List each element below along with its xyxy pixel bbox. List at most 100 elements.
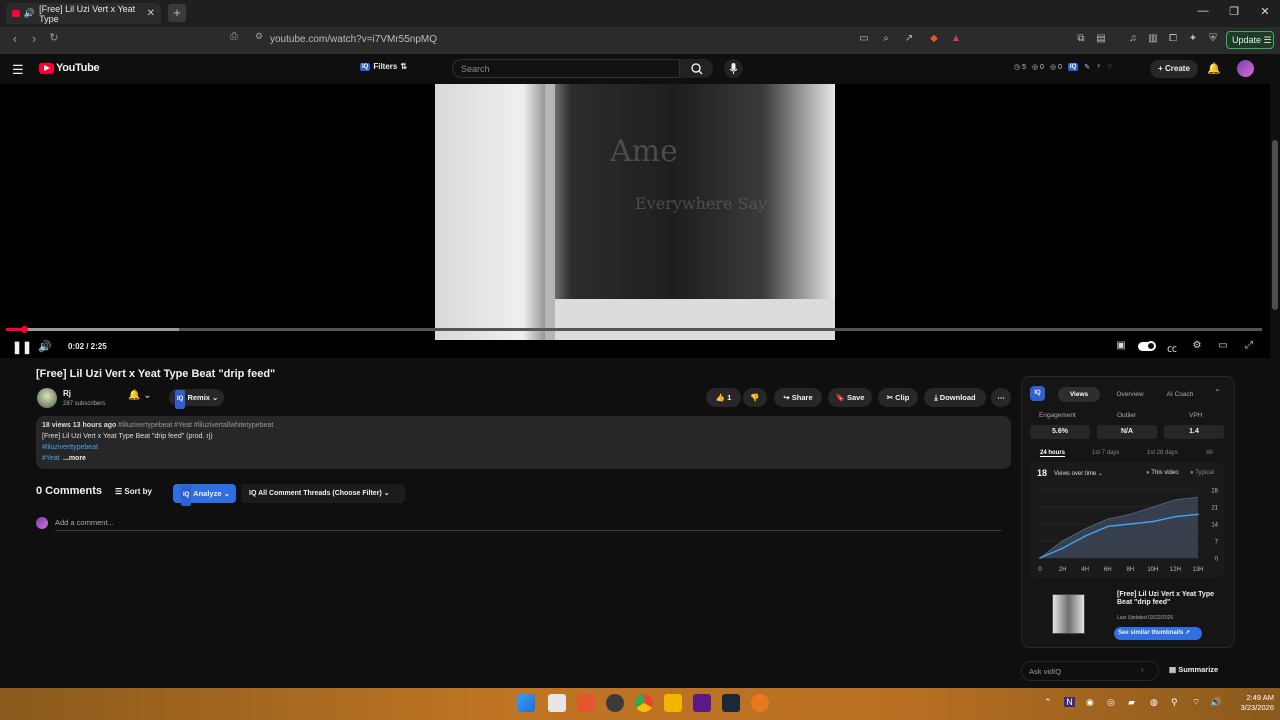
url-text[interactable]: youtube.com/watch?v=i7VMr55npMQ (270, 34, 437, 45)
forward-button[interactable]: › (25, 31, 43, 46)
download-button[interactable]: ⤓ Download (924, 388, 986, 407)
show-more-link[interactable]: ...more (63, 455, 86, 462)
discord-tray-icon[interactable]: ▰ (1128, 697, 1135, 708)
speaker-icon[interactable]: 🔊 (24, 8, 35, 19)
add-comment-input[interactable]: Add a comment... (55, 518, 114, 527)
clip-button[interactable]: ✂ Clip (878, 388, 918, 407)
chat-icon[interactable]: ◌ (1107, 63, 1111, 71)
range-28d[interactable]: 1st 28 days (1147, 450, 1178, 456)
fullscreen-icon[interactable]: ⤢ (1242, 340, 1256, 351)
vidiq-tab-overview[interactable]: Overview (1110, 387, 1150, 402)
ai-icon[interactable]: ✦ (1186, 33, 1200, 44)
close-window-button[interactable]: ✕ (1250, 5, 1280, 18)
range-all[interactable]: All (1206, 450, 1213, 456)
analyze-button[interactable]: IQ Analyze ⌄ (173, 484, 236, 506)
volume-tray-icon[interactable]: 🔊 (1210, 697, 1221, 708)
cast-icon[interactable]: ▭ (857, 33, 871, 44)
onenote-icon[interactable]: N (1064, 697, 1075, 707)
sort-by-button[interactable]: ☰ Sort by (115, 487, 152, 496)
wifi-icon[interactable]: ⌔ (1192, 697, 1200, 708)
sidebar-icon[interactable]: ▥ (1146, 33, 1160, 44)
vpn-icon[interactable]: ⛨ (1206, 33, 1220, 44)
like-button[interactable]: 👍 1 (706, 388, 741, 407)
description-tags[interactable]: #liluzivertypebeat #Yeat #liluzivertallw… (118, 422, 273, 429)
menu-icon[interactable]: ☰ (12, 62, 24, 78)
vidiq-header-icon[interactable]: IQ (1067, 63, 1079, 71)
tabs-icon[interactable]: ⧠ (1166, 33, 1180, 44)
share-page-icon[interactable]: ↗ (902, 33, 916, 44)
folder-icon[interactable] (664, 694, 682, 712)
vidiq-tab-views[interactable]: Views (1058, 387, 1100, 402)
tray-chevron-icon[interactable]: ⌃ (1044, 697, 1052, 708)
pause-icon[interactable]: ❚❚ (12, 340, 32, 354)
reload-button[interactable]: ↻ (45, 31, 63, 44)
video-thumbnail[interactable] (1052, 594, 1085, 634)
progress-bar[interactable] (6, 328, 1262, 331)
steam-icon[interactable] (722, 694, 740, 712)
back-button[interactable]: ‹ (6, 31, 24, 46)
start-windows-icon[interactable] (517, 694, 535, 712)
channel-avatar[interactable] (37, 388, 57, 408)
youtube-logo-text[interactable]: YouTube (56, 62, 100, 74)
settings-icon[interactable]: ⚙ (1190, 340, 1204, 351)
save-button[interactable]: 🔖 Save (828, 388, 872, 407)
captions-icon[interactable]: ㏄ (1165, 340, 1179, 355)
zoom-icon[interactable]: ⌕ (879, 33, 893, 44)
channel-name[interactable]: Rj (63, 389, 71, 398)
summarize-button[interactable]: ▤ Summarize (1169, 665, 1218, 674)
account-avatar[interactable] (1237, 60, 1254, 77)
site-info-icon[interactable]: ⚙ (250, 31, 268, 42)
new-tab-button[interactable]: + (168, 4, 186, 22)
usb-tray-icon[interactable]: ⚲ (1171, 697, 1178, 708)
more-actions-button[interactable]: ⋯ (991, 388, 1011, 407)
taskbar-clock[interactable]: 2:49 AM 3/23/2026 (1230, 693, 1274, 713)
hashtag-link-2[interactable]: #Yeat (42, 455, 60, 462)
header-stats[interactable]: ◷ 5 ◎ 0 ◎ 0 IQ ✎ ♀ ◌ (1014, 63, 1112, 71)
edit-icon[interactable]: ✎ (1084, 63, 1090, 71)
comment-threads-filter[interactable]: IQ All Comment Threads (Choose Filter) ⌄ (241, 484, 405, 503)
range-7d[interactable]: 1st 7 days (1092, 450, 1119, 456)
bookmark-icon[interactable]: ⎙ (225, 31, 243, 42)
chrome-icon[interactable] (635, 694, 653, 712)
share-button[interactable]: ↪ Share (774, 388, 822, 407)
network-tray-icon[interactable]: ◍ (1150, 697, 1158, 708)
mic-button[interactable] (724, 59, 743, 78)
scrollbar-thumb[interactable] (1272, 140, 1278, 310)
close-tab-icon[interactable]: ✕ (147, 8, 155, 19)
vidiq-player-icon[interactable]: ▣ (1114, 340, 1128, 351)
views-over-time-dropdown[interactable]: Views over time ⌄ (1054, 470, 1103, 477)
vidiq-tab-ai-coach[interactable]: AI Coach (1158, 387, 1202, 402)
send-icon[interactable]: › (1141, 665, 1144, 674)
hashtag-link[interactable]: #liluziverttypebeat (42, 444, 98, 451)
rewards-icon[interactable]: ▲ (949, 33, 963, 44)
reading-list-icon[interactable]: ▤ (1094, 33, 1108, 44)
media-icon[interactable]: ♫ (1126, 33, 1140, 44)
search-input[interactable]: Search (452, 59, 680, 78)
steam-tray-icon[interactable]: ◎ (1107, 697, 1115, 708)
progress-scrubber[interactable] (20, 326, 28, 333)
brave-shield-icon[interactable]: ◆ (927, 33, 941, 44)
video-frame[interactable]: Ame Everywhere Say (435, 84, 835, 340)
notifications-icon[interactable]: 🔔 (1207, 62, 1221, 75)
see-similar-thumbnails-button[interactable]: See similar thumbnails ↗ (1114, 627, 1202, 640)
dislike-button[interactable]: 👎 (743, 388, 767, 407)
range-24h[interactable]: 24 hours (1040, 450, 1066, 457)
extensions-icon[interactable]: ⧉ (1074, 33, 1088, 44)
brave-taskbar-icon[interactable] (577, 694, 595, 712)
fl-studio-icon[interactable] (751, 694, 769, 712)
maximize-button[interactable]: ❐ (1219, 5, 1249, 18)
remix-button[interactable]: IQ Remix ⌄ (169, 389, 224, 409)
collapse-icon[interactable]: ⌃ (1214, 388, 1221, 397)
volume-icon[interactable]: 🔊 (38, 340, 52, 353)
obs-icon[interactable] (606, 694, 624, 712)
ideas-icon[interactable]: ♀ (1096, 63, 1101, 71)
browser-tab[interactable]: 🔊 [Free] Lil Uzi Vert x Yeat Type ✕ (6, 3, 161, 24)
ask-vidiq-input[interactable]: Ask vidIQ (1021, 661, 1159, 681)
create-button[interactable]: + Create (1150, 60, 1198, 78)
minimize-button[interactable]: — (1188, 5, 1218, 17)
search-button[interactable] (680, 59, 713, 78)
obs-tray-icon[interactable]: ◉ (1086, 697, 1094, 708)
voicemeeter-icon[interactable] (693, 694, 711, 712)
filters-button[interactable]: IQ Filters ⇅ (360, 62, 407, 71)
taskview-icon[interactable] (548, 694, 566, 712)
